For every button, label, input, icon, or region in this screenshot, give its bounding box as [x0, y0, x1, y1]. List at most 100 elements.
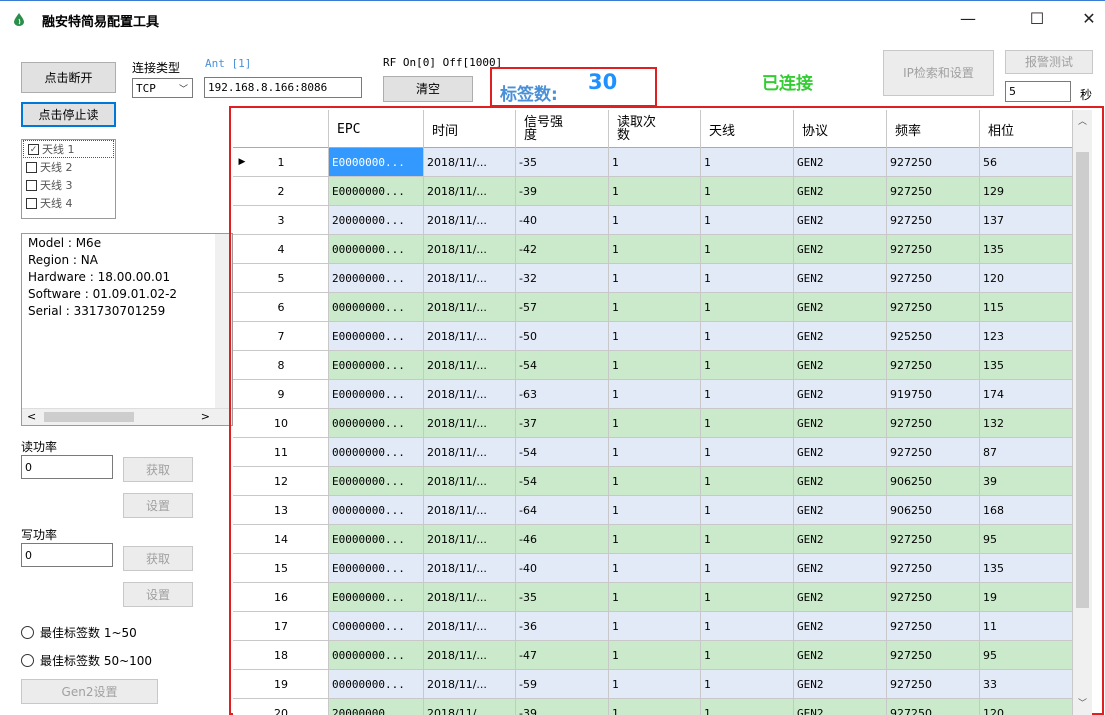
cell-phase[interactable]: 39: [980, 467, 1073, 496]
cell-phase[interactable]: 137: [980, 206, 1073, 235]
row-header[interactable]: 9: [233, 380, 329, 409]
cell-time[interactable]: 2018/11/...: [424, 554, 516, 583]
column-header-rssi[interactable]: 信号强度: [516, 110, 609, 148]
row-header[interactable]: 16: [233, 583, 329, 612]
cell-protocol[interactable]: GEN2: [794, 496, 887, 525]
cell-time[interactable]: 2018/11/...: [424, 322, 516, 351]
cell-count[interactable]: 1: [609, 670, 701, 699]
cell-protocol[interactable]: GEN2: [794, 351, 887, 380]
cell-rssi[interactable]: -47: [516, 641, 609, 670]
cell-rssi[interactable]: -63: [516, 380, 609, 409]
table-row[interactable]: 16 E0000000... 2018/11/... -35 1 1 GEN2 927250 1…: [233, 583, 1073, 612]
cell-protocol[interactable]: GEN2: [794, 409, 887, 438]
grid-vertical-scrollbar[interactable]: ︿ ﹀: [1073, 110, 1092, 715]
read-power-input[interactable]: 0: [21, 455, 113, 479]
cell-time[interactable]: 2018/11/...: [424, 496, 516, 525]
row-header[interactable]: 17: [233, 612, 329, 641]
best-tags-1-50-radio[interactable]: 最佳标签数 1~50: [21, 624, 137, 641]
cell-time[interactable]: 2018/11/...: [424, 525, 516, 554]
cell-epc[interactable]: E0000000...: [329, 467, 424, 496]
table-row[interactable]: 8 E0000000... 2018/11/... -54 1 1 GEN2 927250 13…: [233, 351, 1073, 380]
cell-phase[interactable]: 135: [980, 554, 1073, 583]
maximize-button[interactable]: ☐: [1014, 5, 1060, 33]
cell-epc[interactable]: E0000000...: [329, 583, 424, 612]
info-horizontal-scrollbar[interactable]: < >: [22, 408, 232, 425]
cell-time[interactable]: 2018/11/...: [424, 699, 516, 715]
cell-epc[interactable]: 00000000...: [329, 496, 424, 525]
cell-epc[interactable]: 00000000...: [329, 235, 424, 264]
cell-protocol[interactable]: GEN2: [794, 641, 887, 670]
alarm-seconds-input[interactable]: 5: [1005, 81, 1071, 102]
cell-frequency[interactable]: 927250: [887, 670, 980, 699]
cell-epc[interactable]: E0000000...: [329, 554, 424, 583]
cell-epc[interactable]: C0000000...: [329, 612, 424, 641]
cell-phase[interactable]: 135: [980, 351, 1073, 380]
cell-frequency[interactable]: 919750: [887, 380, 980, 409]
scroll-right-icon[interactable]: >: [201, 410, 210, 423]
scroll-thumb[interactable]: [44, 412, 134, 422]
cell-time[interactable]: 2018/11/...: [424, 583, 516, 612]
cell-count[interactable]: 1: [609, 409, 701, 438]
cell-time[interactable]: 2018/11/...: [424, 409, 516, 438]
cell-frequency[interactable]: 927250: [887, 235, 980, 264]
row-header[interactable]: 5: [233, 264, 329, 293]
cell-frequency[interactable]: 927250: [887, 525, 980, 554]
cell-count[interactable]: 1: [609, 612, 701, 641]
row-header[interactable]: 11: [233, 438, 329, 467]
cell-frequency[interactable]: 927250: [887, 351, 980, 380]
best-tags-50-100-radio[interactable]: 最佳标签数 50~100: [21, 652, 152, 669]
cell-antenna[interactable]: 1: [701, 554, 794, 583]
cell-rssi[interactable]: -40: [516, 206, 609, 235]
column-header-epc[interactable]: EPC: [329, 110, 424, 148]
antenna-item[interactable]: ✓ 天线 1: [23, 140, 114, 158]
cell-rssi[interactable]: -57: [516, 293, 609, 322]
cell-protocol[interactable]: GEN2: [794, 612, 887, 641]
cell-phase[interactable]: 87: [980, 438, 1073, 467]
cell-antenna[interactable]: 1: [701, 206, 794, 235]
cell-phase[interactable]: 129: [980, 177, 1073, 206]
column-header-phase[interactable]: 相位: [980, 110, 1073, 148]
cell-frequency[interactable]: 925250: [887, 322, 980, 351]
cell-frequency[interactable]: 906250: [887, 496, 980, 525]
cell-frequency[interactable]: 927250: [887, 293, 980, 322]
cell-time[interactable]: 2018/11/...: [424, 206, 516, 235]
cell-frequency[interactable]: 927250: [887, 612, 980, 641]
cell-phase[interactable]: 19: [980, 583, 1073, 612]
cell-time[interactable]: 2018/11/...: [424, 641, 516, 670]
cell-antenna[interactable]: 1: [701, 699, 794, 715]
cell-epc[interactable]: 00000000...: [329, 438, 424, 467]
cell-epc[interactable]: 00000000...: [329, 409, 424, 438]
table-row[interactable]: 4 00000000... 2018/11/... -42 1 1 GEN2 927250 13…: [233, 235, 1073, 264]
cell-epc[interactable]: 00000000...: [329, 293, 424, 322]
table-row[interactable]: 11 00000000... 2018/11/... -54 1 1 GEN2 927250 8…: [233, 438, 1073, 467]
scroll-left-icon[interactable]: <: [27, 410, 36, 423]
cell-count[interactable]: 1: [609, 380, 701, 409]
cell-time[interactable]: 2018/11/...: [424, 351, 516, 380]
row-header[interactable]: 18: [233, 641, 329, 670]
table-row[interactable]: 20 20000000... 2018/11/... -39 1 1 GEN2 927250 1…: [233, 699, 1073, 715]
row-header[interactable]: 15: [233, 554, 329, 583]
table-row[interactable]: 10 00000000... 2018/11/... -37 1 1 GEN2 927250 1…: [233, 409, 1073, 438]
scroll-thumb[interactable]: [1076, 152, 1089, 608]
table-row[interactable]: 2 E0000000... 2018/11/... -39 1 1 GEN2 927250 12…: [233, 177, 1073, 206]
cell-rssi[interactable]: -35: [516, 148, 609, 177]
row-header[interactable]: 4: [233, 235, 329, 264]
cell-frequency[interactable]: 927250: [887, 583, 980, 612]
cell-epc[interactable]: E0000000...: [329, 148, 424, 177]
cell-time[interactable]: 2018/11/...: [424, 612, 516, 641]
cell-count[interactable]: 1: [609, 206, 701, 235]
row-header[interactable]: 8: [233, 351, 329, 380]
ip-search-button[interactable]: IP检索和设置: [883, 50, 994, 96]
cell-antenna[interactable]: 1: [701, 351, 794, 380]
cell-rssi[interactable]: -39: [516, 699, 609, 715]
cell-count[interactable]: 1: [609, 438, 701, 467]
cell-count[interactable]: 1: [609, 351, 701, 380]
cell-antenna[interactable]: 1: [701, 496, 794, 525]
cell-epc[interactable]: 00000000...: [329, 670, 424, 699]
cell-time[interactable]: 2018/11/...: [424, 467, 516, 496]
cell-phase[interactable]: 123: [980, 322, 1073, 351]
cell-frequency[interactable]: 927250: [887, 177, 980, 206]
cell-rssi[interactable]: -35: [516, 583, 609, 612]
cell-epc[interactable]: 00000000...: [329, 641, 424, 670]
cell-rssi[interactable]: -54: [516, 438, 609, 467]
